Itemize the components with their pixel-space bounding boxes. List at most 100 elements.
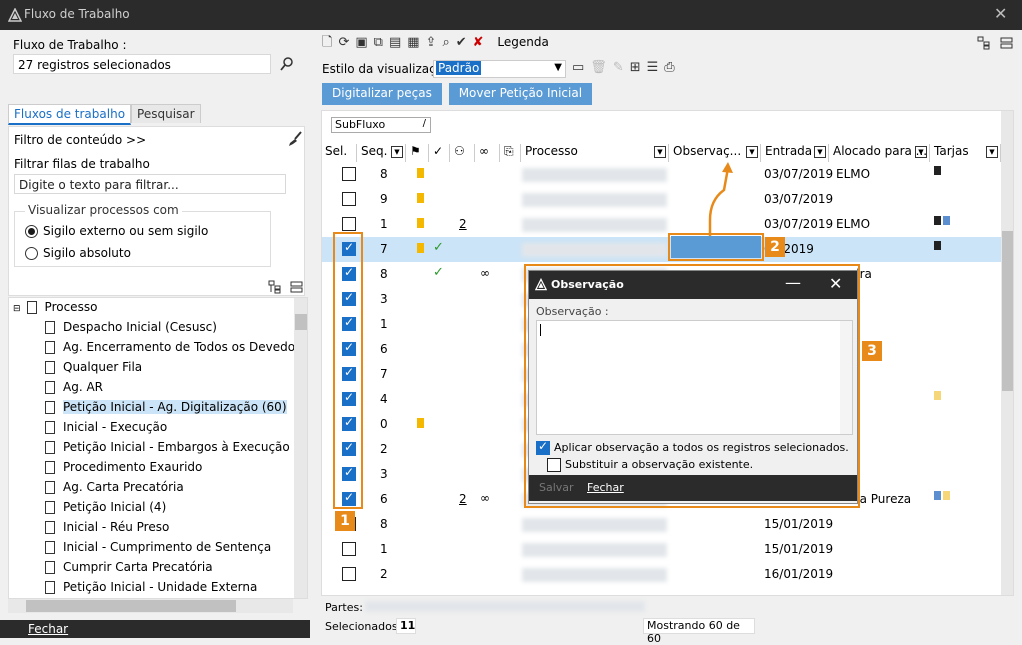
print-icon[interactable]: ⎙: [664, 60, 674, 75]
tree-item[interactable]: Ag. Carta Precatória: [45, 480, 184, 500]
table-row[interactable]: 2 16/01/2019: [322, 562, 1013, 587]
table-row[interactable]: 8 03/07/2019 ELMO: [322, 162, 1013, 187]
save-doc-icon[interactable]: ▦: [407, 35, 419, 50]
tree-item[interactable]: Inicial - Execução: [45, 420, 167, 440]
move-icon[interactable]: ⇪: [426, 35, 437, 50]
apply-all-checkbox[interactable]: Aplicar observação a todos os registros …: [536, 439, 849, 455]
grid-vscroll-thumb[interactable]: [1002, 231, 1013, 391]
save-button[interactable]: Salvar: [539, 481, 574, 494]
move-petition-button[interactable]: Mover Petição Inicial: [448, 83, 593, 105]
tree-item[interactable]: Petição Inicial - Ag. Digitalização (60): [45, 400, 287, 420]
digitize-button[interactable]: Digitalizar peças: [322, 83, 442, 105]
close-left-button[interactable]: Fechar: [28, 622, 68, 636]
row-checkbox[interactable]: [342, 167, 356, 181]
export-icon[interactable]: ⊞: [630, 60, 641, 75]
col-flag-icon[interactable]: ⚑: [407, 144, 429, 162]
tree-collapse-icon[interactable]: [290, 280, 304, 294]
tree-item[interactable]: Procedimento Exaurido: [45, 460, 202, 480]
collapse-toggle-icon[interactable]: ⊟: [13, 304, 21, 314]
refresh-icon[interactable]: ⟳: [338, 35, 349, 50]
col-people-icon[interactable]: ⚇: [451, 144, 475, 162]
filter-input[interactable]: Digite o texto para filtrar...: [14, 174, 286, 194]
row-checkbox[interactable]: [342, 217, 356, 231]
tree-vscrollbar[interactable]: [294, 298, 307, 598]
filter-dropdown-icon[interactable]: ▼: [814, 146, 826, 158]
notes-icon[interactable]: ☰: [647, 60, 659, 75]
tree-root[interactable]: ⊟ Processo: [13, 300, 97, 320]
tree-item[interactable]: Ag. AR: [45, 380, 103, 400]
col-sel[interactable]: Sel.: [322, 144, 357, 162]
filter-dropdown-icon[interactable]: ▼: [654, 146, 666, 158]
search-icon[interactable]: [279, 56, 295, 72]
tree-item[interactable]: Cumprir Carta Precatória: [45, 560, 213, 580]
col-check-icon[interactable]: ✓: [430, 144, 450, 162]
brush-icon[interactable]: [287, 131, 303, 147]
radio-absolute[interactable]: Sigilo absoluto: [25, 246, 131, 260]
observation-textarea[interactable]: [536, 320, 853, 435]
close-icon[interactable]: ✕: [994, 4, 1007, 23]
legend-button[interactable]: Legenda: [497, 35, 548, 49]
radio-external[interactable]: Sigilo externo ou sem sigilo: [25, 224, 208, 238]
grid-vscrollbar[interactable]: [1001, 111, 1013, 595]
tab-fluxos[interactable]: Fluxos de trabalho: [8, 104, 132, 125]
grid-collapse-icon[interactable]: [1000, 36, 1014, 50]
count-link[interactable]: 2: [459, 492, 467, 506]
table-row[interactable]: 8 15/01/2019: [322, 512, 1013, 537]
col-tarjas[interactable]: Tarjas ▼: [931, 144, 1001, 162]
close-icon[interactable]: ✕: [829, 274, 842, 293]
select-icon[interactable]: ▣: [355, 35, 367, 50]
filter-dropdown-icon[interactable]: ▼: [915, 146, 927, 158]
subfluxo-group[interactable]: SubFluxo /: [331, 117, 431, 133]
minimize-icon[interactable]: —: [785, 273, 801, 292]
tree-item[interactable]: Ag. Encerramento de Todos os Devedores: [45, 340, 307, 360]
document-stack-icon[interactable]: ▤: [389, 35, 401, 50]
tree-item[interactable]: Inicial - Réu Preso: [45, 520, 169, 540]
grid-expand-icon[interactable]: [977, 36, 991, 50]
col-doc-icon[interactable]: ⎘: [501, 144, 521, 162]
replace-checkbox[interactable]: Substituir a observação existente.: [547, 458, 753, 472]
edit-icon[interactable]: /: [423, 118, 426, 129]
tree-item[interactable]: Qualquer Fila: [45, 360, 142, 380]
col-seq[interactable]: Seq. ▼: [358, 144, 406, 162]
reject-icon[interactable]: ✘: [473, 35, 484, 50]
filter-dropdown-icon[interactable]: ▼: [391, 146, 403, 158]
tree-hscroll-thumb[interactable]: [26, 600, 236, 612]
tree-hscrollbar[interactable]: [8, 599, 293, 613]
search-doc-icon[interactable]: ⌕: [442, 35, 449, 50]
col-alocado[interactable]: Alocado para ... ▼: [830, 144, 930, 162]
chevron-down-icon[interactable]: ▼: [554, 62, 562, 73]
view-style-select[interactable]: Padrão ▼: [433, 60, 566, 78]
filter-dropdown-icon[interactable]: ▼: [746, 146, 758, 158]
table-row[interactable]: 9 03/07/2019: [322, 187, 1013, 212]
table-row[interactable]: 1 15/01/2019: [322, 537, 1013, 562]
col-link-icon[interactable]: ∞: [476, 144, 500, 162]
filter-dropdown-icon[interactable]: ▼: [986, 146, 998, 158]
observation-cell-editing[interactable]: [671, 236, 761, 258]
save-view-icon[interactable]: ▭: [572, 60, 584, 75]
tree-expand-icon[interactable]: [268, 280, 282, 294]
copy-icon[interactable]: ⧉: [374, 35, 383, 50]
count-link[interactable]: 2: [459, 217, 467, 231]
radio-on-icon: [25, 225, 38, 238]
tree-item[interactable]: Petição Inicial - Unidade Externa: [45, 580, 257, 598]
delete-view-icon[interactable]: 🗑: [590, 60, 607, 75]
workflow-field[interactable]: 27 registros selecionados: [13, 54, 271, 74]
textarea-scrollbar[interactable]: [840, 321, 852, 434]
new-icon[interactable]: 🗋: [322, 33, 332, 55]
col-entrada[interactable]: Entrada ▼: [762, 144, 829, 162]
close-dialog-button[interactable]: Fechar: [587, 481, 624, 494]
tree-item[interactable]: Petição Inicial - Embargos à Execução: [45, 440, 290, 460]
approve-icon[interactable]: ✔: [456, 35, 467, 50]
col-processo[interactable]: Processo ▼: [522, 144, 669, 162]
tree-item[interactable]: Despacho Inicial (Cesusc): [45, 320, 217, 340]
row-checkbox[interactable]: [342, 567, 356, 581]
tree-vscroll-thumb[interactable]: [295, 314, 307, 330]
entrada-value: 15/01/2019: [764, 517, 834, 531]
tree-item[interactable]: Inicial - Cumprimento de Sentença: [45, 540, 271, 560]
row-checkbox[interactable]: [342, 542, 356, 556]
edit-view-icon[interactable]: ✎: [613, 60, 624, 75]
content-filter-toggle[interactable]: Filtro de conteúdo >>: [14, 133, 146, 147]
row-checkbox[interactable]: [342, 192, 356, 206]
tab-pesquisar[interactable]: Pesquisar: [131, 104, 201, 123]
tree-item[interactable]: Petição Inicial (4): [45, 500, 166, 520]
